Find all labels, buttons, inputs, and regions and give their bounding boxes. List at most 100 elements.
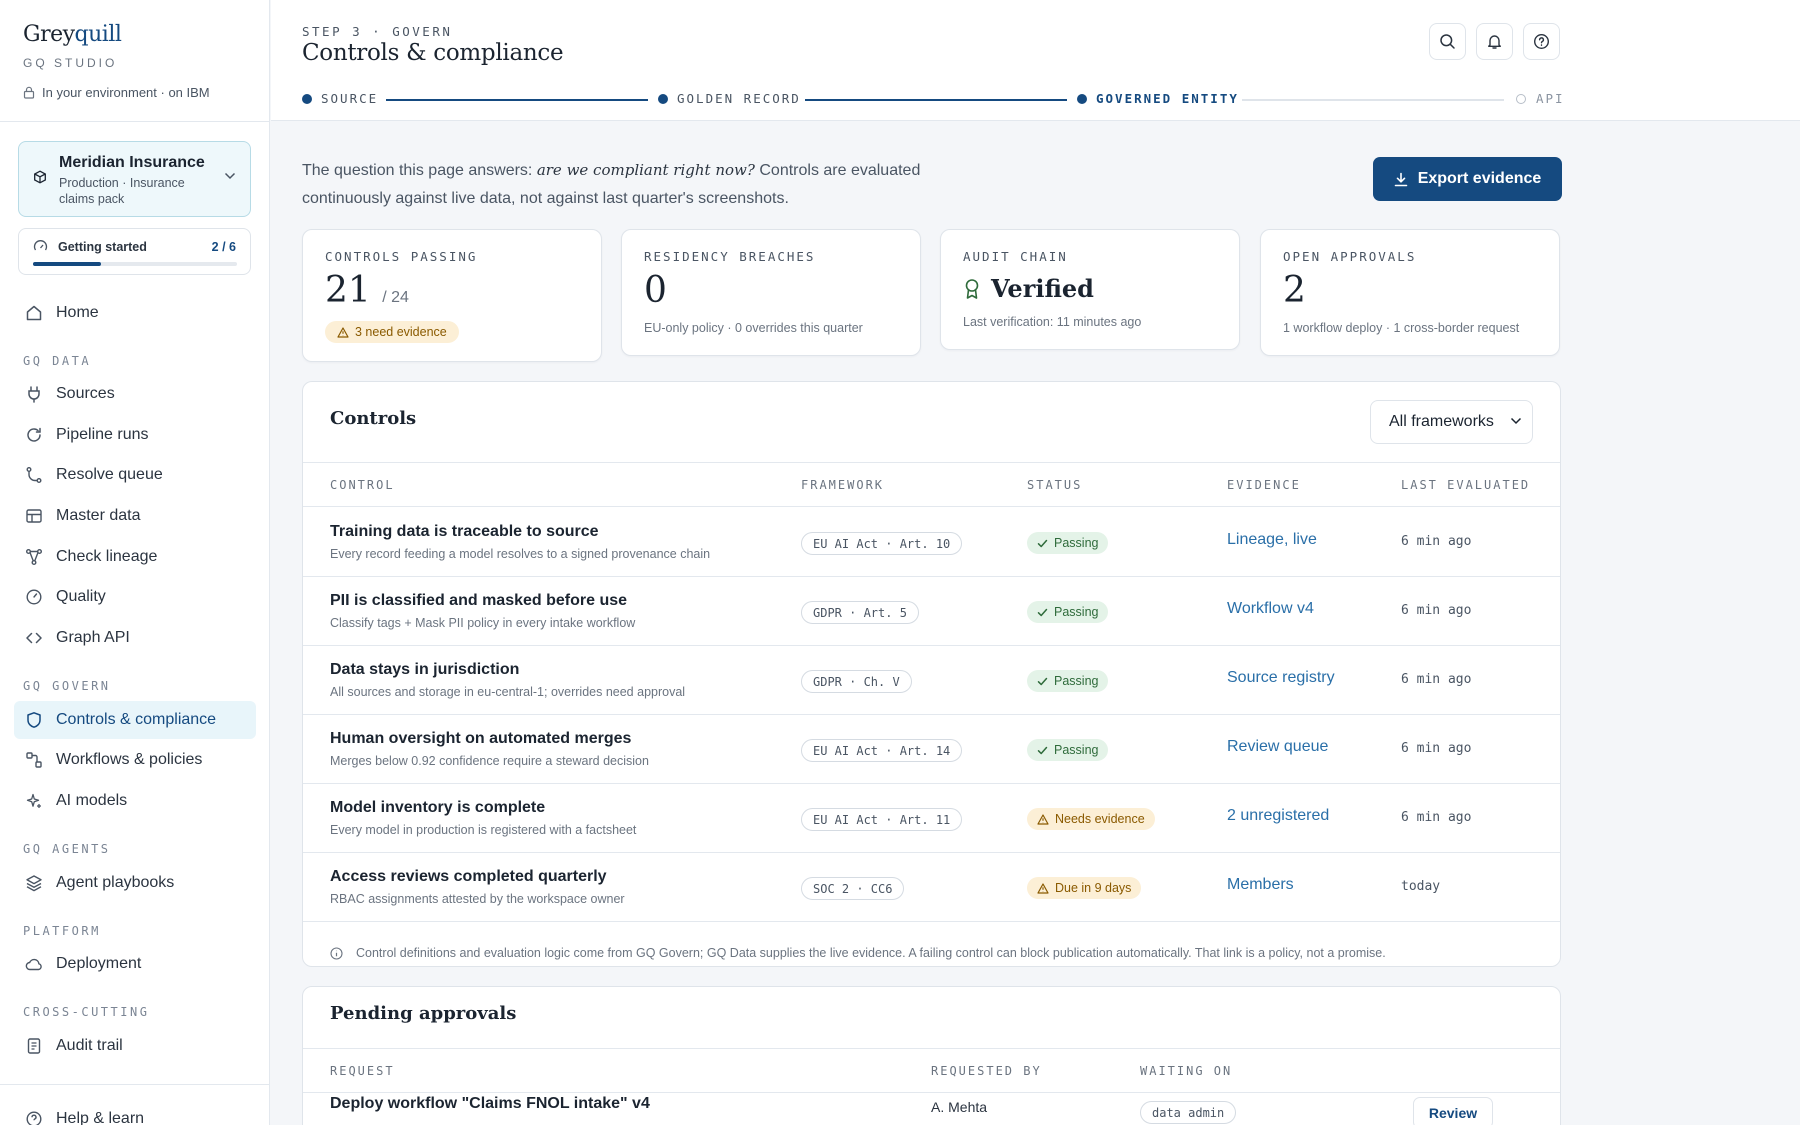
sidebar-item-audit-trail[interactable]: Audit trail xyxy=(14,1027,256,1065)
sidebar-item-quality[interactable]: Quality xyxy=(14,578,256,616)
column-header[interactable]: REQUEST xyxy=(330,1064,395,1078)
sidebar-item-sources[interactable]: Sources xyxy=(14,375,256,413)
control-description: Every model in production is registered … xyxy=(330,823,637,837)
framework-pill: EU AI Act · Art. 10 xyxy=(801,532,963,555)
table-header: REQUEST REQUESTED BY WAITING ON xyxy=(303,1048,1560,1093)
table-row[interactable]: Data stays in jurisdiction All sources an… xyxy=(303,646,1560,715)
sidebar-item-workflows[interactable]: Workflows & policies xyxy=(14,741,256,779)
environment-note: In your environment · on IBM xyxy=(23,85,210,100)
framework-pill: EU AI Act · Art. 14 xyxy=(801,739,963,762)
sidebar-item-agent-playbooks[interactable]: Agent playbooks xyxy=(14,864,256,902)
column-header[interactable]: LAST EVALUATED xyxy=(1401,478,1530,492)
sidebar-item-resolve-queue[interactable]: Resolve queue xyxy=(14,456,256,494)
section-platform: PLATFORM xyxy=(23,924,101,938)
page-title: Controls & compliance xyxy=(302,40,564,66)
sparkle-icon xyxy=(26,793,41,808)
divider xyxy=(0,1084,270,1085)
sidebar-item-graph-api[interactable]: Graph API xyxy=(14,619,256,657)
step-source[interactable]: SOURCE xyxy=(321,91,378,106)
help-button[interactable] xyxy=(1523,23,1560,60)
table-row[interactable]: Access reviews completed quarterly RBAC a… xyxy=(303,853,1560,922)
kpi-controls-passing[interactable]: CONTROLS PASSING 21 / 24 3 need evidence xyxy=(302,229,602,362)
gauge-icon xyxy=(33,240,48,251)
sidebar-item-label: Sources xyxy=(56,385,115,402)
warning-icon xyxy=(1037,882,1049,894)
gauge-icon xyxy=(26,589,42,605)
notifications-button[interactable] xyxy=(1476,23,1513,60)
step-governed-entity[interactable]: GOVERNED ENTITY xyxy=(1096,91,1239,106)
control-title: Training data is traceable to source xyxy=(330,523,599,540)
status-text: Passing xyxy=(1054,605,1099,619)
section-cross-cutting: CROSS-CUTTING xyxy=(23,1005,150,1019)
sidebar-item-master-data[interactable]: Master data xyxy=(14,497,256,535)
last-evaluated: 6 min ago xyxy=(1401,603,1472,618)
getting-started-card[interactable]: Getting started 2 / 6 xyxy=(18,228,251,275)
framework-pill: SOC 2 · CC6 xyxy=(801,877,905,900)
sidebar-item-label: Check lineage xyxy=(56,548,158,565)
sidebar-item-controls[interactable]: Controls & compliance xyxy=(14,701,256,739)
framework-filter[interactable]: All frameworks xyxy=(1370,400,1533,444)
review-button[interactable]: Review xyxy=(1413,1097,1493,1125)
help-icon xyxy=(26,1111,42,1125)
control-description: Merges below 0.92 confidence require a s… xyxy=(330,754,649,768)
kpi-audit-chain[interactable]: AUDIT CHAIN Verified Last verification: … xyxy=(940,229,1240,350)
evidence-link[interactable]: 2 unregistered xyxy=(1227,807,1329,825)
environment-text: In your environment · on IBM xyxy=(42,85,210,100)
org-switcher[interactable]: Meridian Insurance Production · Insuranc… xyxy=(18,141,251,217)
getting-started-count: 2 / 6 xyxy=(211,240,236,254)
search-icon xyxy=(1440,34,1455,49)
sidebar-item-pipeline-runs[interactable]: Pipeline runs xyxy=(14,416,256,454)
step-connector xyxy=(805,99,1067,101)
footnote-text: Control definitions and evaluation logic… xyxy=(356,946,1386,960)
column-header[interactable]: CONTROL xyxy=(330,478,395,492)
kpi-residency-breaches[interactable]: RESIDENCY BREACHES 0 EU-only policy · 0 … xyxy=(621,229,921,356)
step-connector xyxy=(1242,99,1504,101)
sidebar-item-label: Pipeline runs xyxy=(56,426,149,443)
control-title: Human oversight on automated merges xyxy=(330,730,632,747)
kpi-sub: EU-only policy · 0 overrides this quarte… xyxy=(644,321,863,335)
sidebar-item-help[interactable]: Help & learn xyxy=(14,1100,256,1125)
table-row[interactable]: Human oversight on automated merges Merge… xyxy=(303,715,1560,784)
export-evidence-button[interactable]: Export evidence xyxy=(1373,157,1562,201)
sidebar-item-home[interactable]: Home xyxy=(14,294,256,332)
evidence-link[interactable]: Members xyxy=(1227,876,1294,894)
control-title: Access reviews completed quarterly xyxy=(330,868,607,885)
evidence-link[interactable]: Source registry xyxy=(1227,669,1335,687)
org-description: Production · Insurance claims pack xyxy=(59,176,185,206)
column-header[interactable]: FRAMEWORK xyxy=(801,478,884,492)
column-header[interactable]: EVIDENCE xyxy=(1227,478,1301,492)
table-row[interactable]: PII is classified and masked before use C… xyxy=(303,577,1560,646)
evidence-link[interactable]: Workflow v4 xyxy=(1227,600,1314,618)
kpi-open-approvals[interactable]: OPEN APPROVALS 2 1 workflow deploy · 1 c… xyxy=(1260,229,1560,356)
section-gq-agents: GQ AGENTS xyxy=(23,842,111,856)
table-row[interactable]: Model inventory is complete Every model i… xyxy=(303,784,1560,853)
check-icon xyxy=(1037,608,1048,616)
status-badge: Passing xyxy=(1027,670,1109,692)
needs-evidence-badge[interactable]: 3 need evidence xyxy=(325,321,459,343)
kpi-value: Verified xyxy=(963,274,1094,303)
search-button[interactable] xyxy=(1429,23,1466,60)
status-text: Due in 9 days xyxy=(1055,881,1132,895)
table-row[interactable]: Deploy workflow "Claims FNOL intake" v4 … xyxy=(303,1093,1560,1125)
status-badge: Due in 9 days xyxy=(1027,877,1142,899)
evidence-link[interactable]: Lineage, live xyxy=(1227,531,1317,549)
refresh-icon xyxy=(27,427,41,442)
last-evaluated: 6 min ago xyxy=(1401,810,1472,825)
step-golden-record[interactable]: GOLDEN RECORD xyxy=(677,91,801,106)
bell-icon xyxy=(1488,35,1501,49)
status-text: Passing xyxy=(1054,674,1099,688)
sidebar-item-check-lineage[interactable]: Check lineage xyxy=(14,538,256,576)
column-header[interactable]: STATUS xyxy=(1027,478,1082,492)
table-row[interactable]: Training data is traceable to source Ever… xyxy=(303,508,1560,577)
evidence-link[interactable]: Review queue xyxy=(1227,738,1328,756)
step-api[interactable]: API xyxy=(1536,91,1565,106)
column-header[interactable]: WAITING ON xyxy=(1140,1064,1232,1078)
table-header: CONTROL FRAMEWORK STATUS EVIDENCE LAST E… xyxy=(303,462,1560,507)
sidebar-item-deployment[interactable]: Deployment xyxy=(14,945,256,983)
control-title: PII is classified and masked before use xyxy=(330,592,628,609)
sidebar-item-ai-models[interactable]: AI models xyxy=(14,782,256,820)
column-header[interactable]: REQUESTED BY xyxy=(931,1064,1042,1078)
sidebar-item-label: Deployment xyxy=(56,955,142,972)
controls-panel: Controls All frameworks CONTROL FRAMEWOR… xyxy=(302,381,1561,967)
brand-logo[interactable]: Greyquill xyxy=(23,22,122,47)
